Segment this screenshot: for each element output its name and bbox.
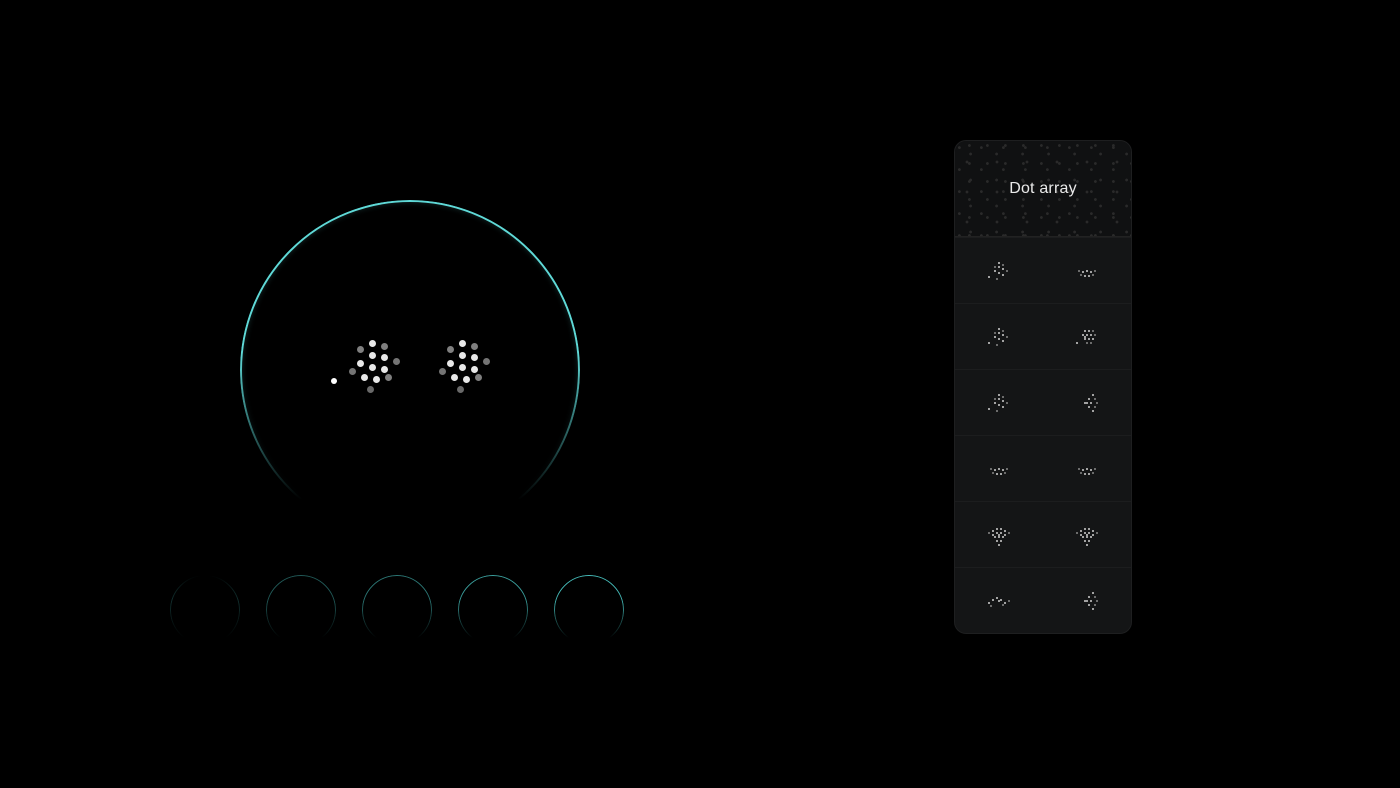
dash-dots-icon (1086, 468, 1088, 470)
orb-thumbnail[interactable] (170, 575, 240, 645)
pattern-option[interactable] (955, 370, 1043, 435)
pattern-row (955, 567, 1131, 633)
pattern-row (955, 369, 1131, 435)
cluster-dots-icon (994, 402, 996, 404)
dash-dots-icon (1086, 270, 1088, 272)
pattern-row (955, 435, 1131, 501)
orb-thumbnail[interactable] (554, 575, 624, 645)
pattern-option[interactable] (955, 568, 1043, 633)
pattern-option[interactable] (1043, 436, 1131, 501)
panel-title: Dot array (955, 141, 1131, 237)
pattern-option[interactable] (955, 502, 1043, 567)
cluster-dots-icon (994, 270, 996, 272)
pattern-option[interactable] (955, 304, 1043, 369)
pattern-option[interactable] (1043, 370, 1131, 435)
pattern-option[interactable] (1043, 238, 1131, 303)
stray-dot-icon (331, 378, 337, 384)
dot-array-panel: Dot array (954, 140, 1132, 634)
wave-dots-icon (998, 600, 1000, 602)
pattern-row (955, 501, 1131, 567)
orb-thumbnail[interactable] (266, 575, 336, 645)
orb-eyes (331, 340, 489, 390)
eye-left-cluster-dots-icon (349, 340, 399, 390)
orb-thumbnail[interactable] (362, 575, 432, 645)
eye-right-cluster-dots-icon (439, 340, 489, 390)
orb-thumbnail[interactable] (458, 575, 528, 645)
arrow-left-dots-icon (1086, 600, 1088, 602)
pattern-option[interactable] (955, 436, 1043, 501)
pattern-option[interactable] (1043, 304, 1131, 369)
pattern-row (955, 237, 1131, 303)
assistant-orb (240, 200, 580, 540)
pattern-option[interactable] (1043, 568, 1131, 633)
pattern-option[interactable] (955, 238, 1043, 303)
orb-variant-strip (170, 575, 624, 645)
arrow-left-dots-icon (1086, 402, 1088, 404)
pattern-option[interactable] (1043, 502, 1131, 567)
heart-dots-icon (998, 534, 1000, 536)
dash-dots-icon (998, 468, 1000, 470)
pattern-row (955, 303, 1131, 369)
block-dots-icon (1084, 336, 1086, 338)
heart-dots-icon (1086, 534, 1088, 536)
cluster-dots-icon (994, 336, 996, 338)
